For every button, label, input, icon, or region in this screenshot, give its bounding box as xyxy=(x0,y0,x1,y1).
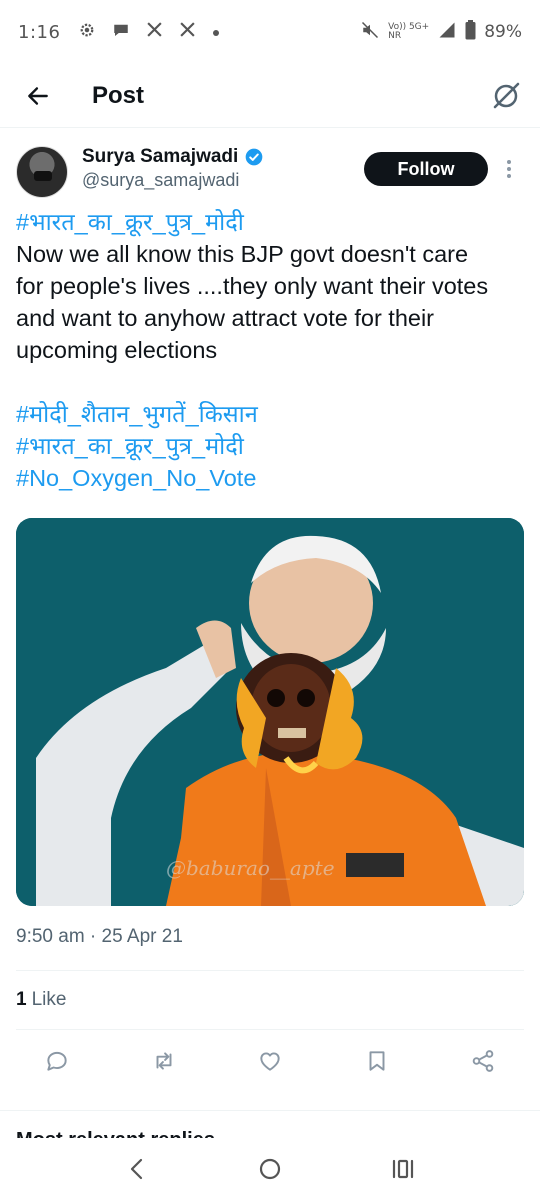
more-vertical-icon xyxy=(507,160,511,178)
status-notification-icons xyxy=(78,21,220,44)
avatar-face-mask xyxy=(34,171,52,181)
share-icon xyxy=(472,1050,494,1072)
share-button[interactable] xyxy=(466,1044,500,1078)
author-names[interactable]: Surya Samajwadi @surya_samajwadi xyxy=(82,146,264,191)
bookmark-button[interactable] xyxy=(360,1044,394,1078)
gear-icon xyxy=(78,21,96,44)
hashtag-link[interactable]: #भारत_का_क्रूर_पुत्र_मोदी xyxy=(16,430,524,462)
post-header: Post xyxy=(0,64,540,128)
more-options-button[interactable] xyxy=(494,152,524,186)
likes-count: 1 xyxy=(16,989,27,1010)
grok-button[interactable] xyxy=(488,78,524,114)
action-bar xyxy=(16,1030,524,1092)
battery-percent: 89% xyxy=(484,22,522,42)
reply-button[interactable] xyxy=(40,1044,74,1078)
back-arrow-icon xyxy=(28,86,48,105)
body-line: for people's lives ....they only want th… xyxy=(16,273,489,299)
hashtag-link[interactable]: #मोदी_शैतान_भुगतें_किसान xyxy=(16,398,524,430)
image-watermark: @baburao__apte xyxy=(166,856,335,880)
body-line: Now we all know this BJP govt doesn't ca… xyxy=(16,241,469,267)
nav-back-button[interactable] xyxy=(115,1147,159,1191)
back-button[interactable] xyxy=(18,76,58,116)
home-circle-icon xyxy=(259,1158,281,1180)
bookmark-icon xyxy=(369,1051,384,1071)
post: Surya Samajwadi @surya_samajwadi Follow … xyxy=(0,128,540,1092)
handle: @surya_samajwadi xyxy=(82,170,240,190)
dot-icon xyxy=(212,22,220,42)
display-name: Surya Samajwadi xyxy=(82,146,239,167)
hashtag-link[interactable]: #भारत_का_क्रूर_पुत्र_मोदी xyxy=(16,206,524,238)
hashtag-link[interactable]: #No_Oxygen_No_Vote xyxy=(16,462,524,494)
mute-icon xyxy=(360,21,380,44)
like-button[interactable] xyxy=(253,1044,287,1078)
body-line: upcoming elections xyxy=(16,337,218,363)
reply-icon xyxy=(47,1051,67,1071)
author-row: Surya Samajwadi @surya_samajwadi Follow xyxy=(16,128,524,206)
page-title: Post xyxy=(92,81,145,109)
status-system-icons: Vo)) 5G+ NR 89% xyxy=(360,19,522,45)
system-nav-bar xyxy=(0,1138,540,1200)
back-chevron-icon xyxy=(130,1158,142,1180)
post-text: #भारत_का_क्रूर_पुत्र_मोदी Now we all kno… xyxy=(16,206,524,494)
repost-button[interactable] xyxy=(147,1044,181,1078)
post-image-illustration xyxy=(16,518,524,906)
recents-icon xyxy=(393,1159,414,1179)
follow-button[interactable]: Follow xyxy=(364,152,488,186)
body-line: and want to anyhow attract vote for thei… xyxy=(16,305,435,331)
network-type: Vo)) 5G+ NR xyxy=(388,23,429,41)
repost-icon xyxy=(156,1052,171,1070)
verified-badge-icon xyxy=(245,148,263,166)
status-bar: 1:16 Vo)) 5G+ NR 89% xyxy=(0,0,540,64)
like-icon xyxy=(260,1052,280,1071)
likes-label[interactable]: Like xyxy=(32,989,67,1011)
nav-recents-button[interactable] xyxy=(381,1147,425,1191)
x-logo-icon xyxy=(179,21,196,43)
likes-row: 1 Like xyxy=(16,971,524,1029)
battery-icon xyxy=(465,19,476,45)
avatar[interactable] xyxy=(16,146,68,198)
network-bottom-label: NR xyxy=(388,31,402,41)
display-name-row: Surya Samajwadi xyxy=(82,146,264,168)
replies-section: Most relevant replies xyxy=(0,1110,540,1140)
post-image[interactable]: @baburao__apte xyxy=(16,518,524,906)
signal-icon xyxy=(437,21,457,44)
post-timestamp[interactable]: 9:50 am · 25 Apr 21 xyxy=(16,926,524,956)
status-time: 1:16 xyxy=(18,21,61,43)
x-logo-icon xyxy=(146,21,163,43)
grok-icon xyxy=(493,82,520,108)
chat-bubble-icon xyxy=(112,21,130,44)
nav-home-button[interactable] xyxy=(248,1147,292,1191)
